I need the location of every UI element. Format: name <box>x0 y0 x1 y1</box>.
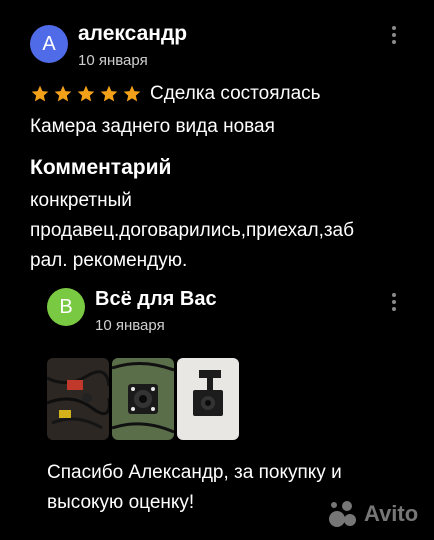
avito-logo-icon <box>329 501 356 527</box>
star-icon <box>31 85 49 102</box>
deal-status: Сделка состоялась <box>150 83 321 104</box>
comment-line: конкретный <box>30 190 132 211</box>
item-title: Камера заднего вида новая <box>30 116 275 137</box>
author-name[interactable]: александр <box>78 22 187 46</box>
camera-wiring-photo[interactable] <box>47 358 109 440</box>
star-icon <box>100 85 118 102</box>
camera-front-photo[interactable] <box>112 358 174 440</box>
comment-line: рал. рекомендую. <box>30 250 188 271</box>
reply-text-line: высокую оценку! <box>47 492 195 513</box>
avito-brand-text: Avito <box>364 501 419 526</box>
seller-name[interactable]: Всё для Вас <box>95 288 217 311</box>
reply-text-line: Спасибо Александр, за покупку и <box>47 462 342 483</box>
reply-more-options-icon[interactable] <box>391 293 397 311</box>
more-options-icon[interactable] <box>391 26 397 44</box>
comment-heading: Комментарий <box>30 156 172 179</box>
review-date: 10 января <box>78 52 148 69</box>
reply-date: 10 января <box>95 317 165 334</box>
rating-stars <box>30 84 142 104</box>
avito-watermark: Avito <box>328 500 418 528</box>
star-icon <box>77 85 95 102</box>
author-avatar[interactable]: A <box>30 25 68 63</box>
comment-line: продавец.договарились,приехал,заб <box>30 220 355 241</box>
seller-initial: В <box>59 295 73 318</box>
star-icon <box>54 85 72 102</box>
seller-avatar[interactable]: В <box>47 288 85 326</box>
camera-bracket-photo[interactable] <box>177 358 239 440</box>
star-icon <box>123 85 141 102</box>
author-initial: A <box>42 32 56 55</box>
